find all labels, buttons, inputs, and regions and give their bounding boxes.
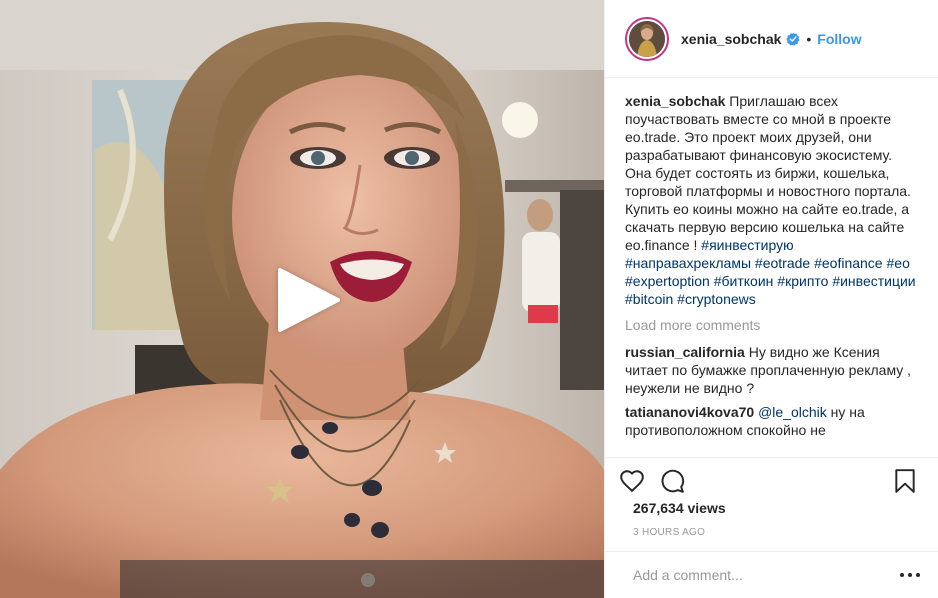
post-video[interactable] xyxy=(0,0,604,598)
comment-input[interactable] xyxy=(631,566,900,584)
comment-username[interactable]: tatiananovi4kova70 xyxy=(625,404,754,420)
heart-icon[interactable] xyxy=(619,468,645,494)
hashtag[interactable]: #eotrade xyxy=(755,255,810,271)
hashtag[interactable]: #биткоин xyxy=(714,273,774,289)
hashtag[interactable]: #яинвестирую xyxy=(701,237,793,253)
verified-badge-icon xyxy=(786,32,800,46)
hashtag[interactable]: #bitcoin xyxy=(625,291,673,307)
action-bar xyxy=(605,457,938,501)
post-header: xenia_sobchak • Follow xyxy=(605,0,938,78)
play-button[interactable] xyxy=(276,268,340,332)
header-separator: • xyxy=(806,30,812,47)
load-more-comments-button[interactable]: Load more comments xyxy=(625,316,922,334)
avatar-image xyxy=(629,20,665,57)
view-count[interactable]: 267,634 views xyxy=(633,500,726,516)
comment-item: tatiananovi4kova70 @le_olchik ну на прот… xyxy=(625,403,922,439)
header-username[interactable]: xenia_sobchak xyxy=(681,31,781,47)
bookmark-icon[interactable] xyxy=(892,468,918,494)
follow-button[interactable]: Follow xyxy=(817,31,861,47)
add-comment-bar xyxy=(605,551,938,598)
hashtag[interactable]: #expertoption xyxy=(625,273,710,289)
play-icon xyxy=(278,268,340,332)
comment-mention[interactable]: @le_olchik xyxy=(758,404,827,420)
hashtag[interactable]: #инвестиции xyxy=(832,273,915,289)
caption-username[interactable]: xenia_sobchak xyxy=(625,93,725,109)
hashtag[interactable]: #cryptonews xyxy=(677,291,756,307)
hashtag[interactable]: #eofinance xyxy=(814,255,883,271)
hashtag[interactable]: #направахрекламы xyxy=(625,255,751,271)
post-timestamp[interactable]: 3 HOURS AGO xyxy=(633,527,705,538)
comments-list[interactable]: xenia_sobchak Приглашаю всех поучаствова… xyxy=(605,78,938,457)
avatar[interactable] xyxy=(625,16,669,61)
post-caption: xenia_sobchak Приглашаю всех поучаствова… xyxy=(625,92,922,308)
comment-item: russian_california Ну видно же Ксения чи… xyxy=(625,343,922,397)
post-side-panel: xenia_sobchak • Follow xenia_sobchak При… xyxy=(604,0,938,598)
hashtag[interactable]: #крипто xyxy=(777,273,828,289)
instagram-post: xenia_sobchak • Follow xenia_sobchak При… xyxy=(0,0,938,598)
hashtag[interactable]: #ео xyxy=(887,255,910,271)
more-options-icon[interactable] xyxy=(900,571,920,579)
comment-username[interactable]: russian_california xyxy=(625,344,745,360)
comment-bubble-icon[interactable] xyxy=(659,468,685,494)
